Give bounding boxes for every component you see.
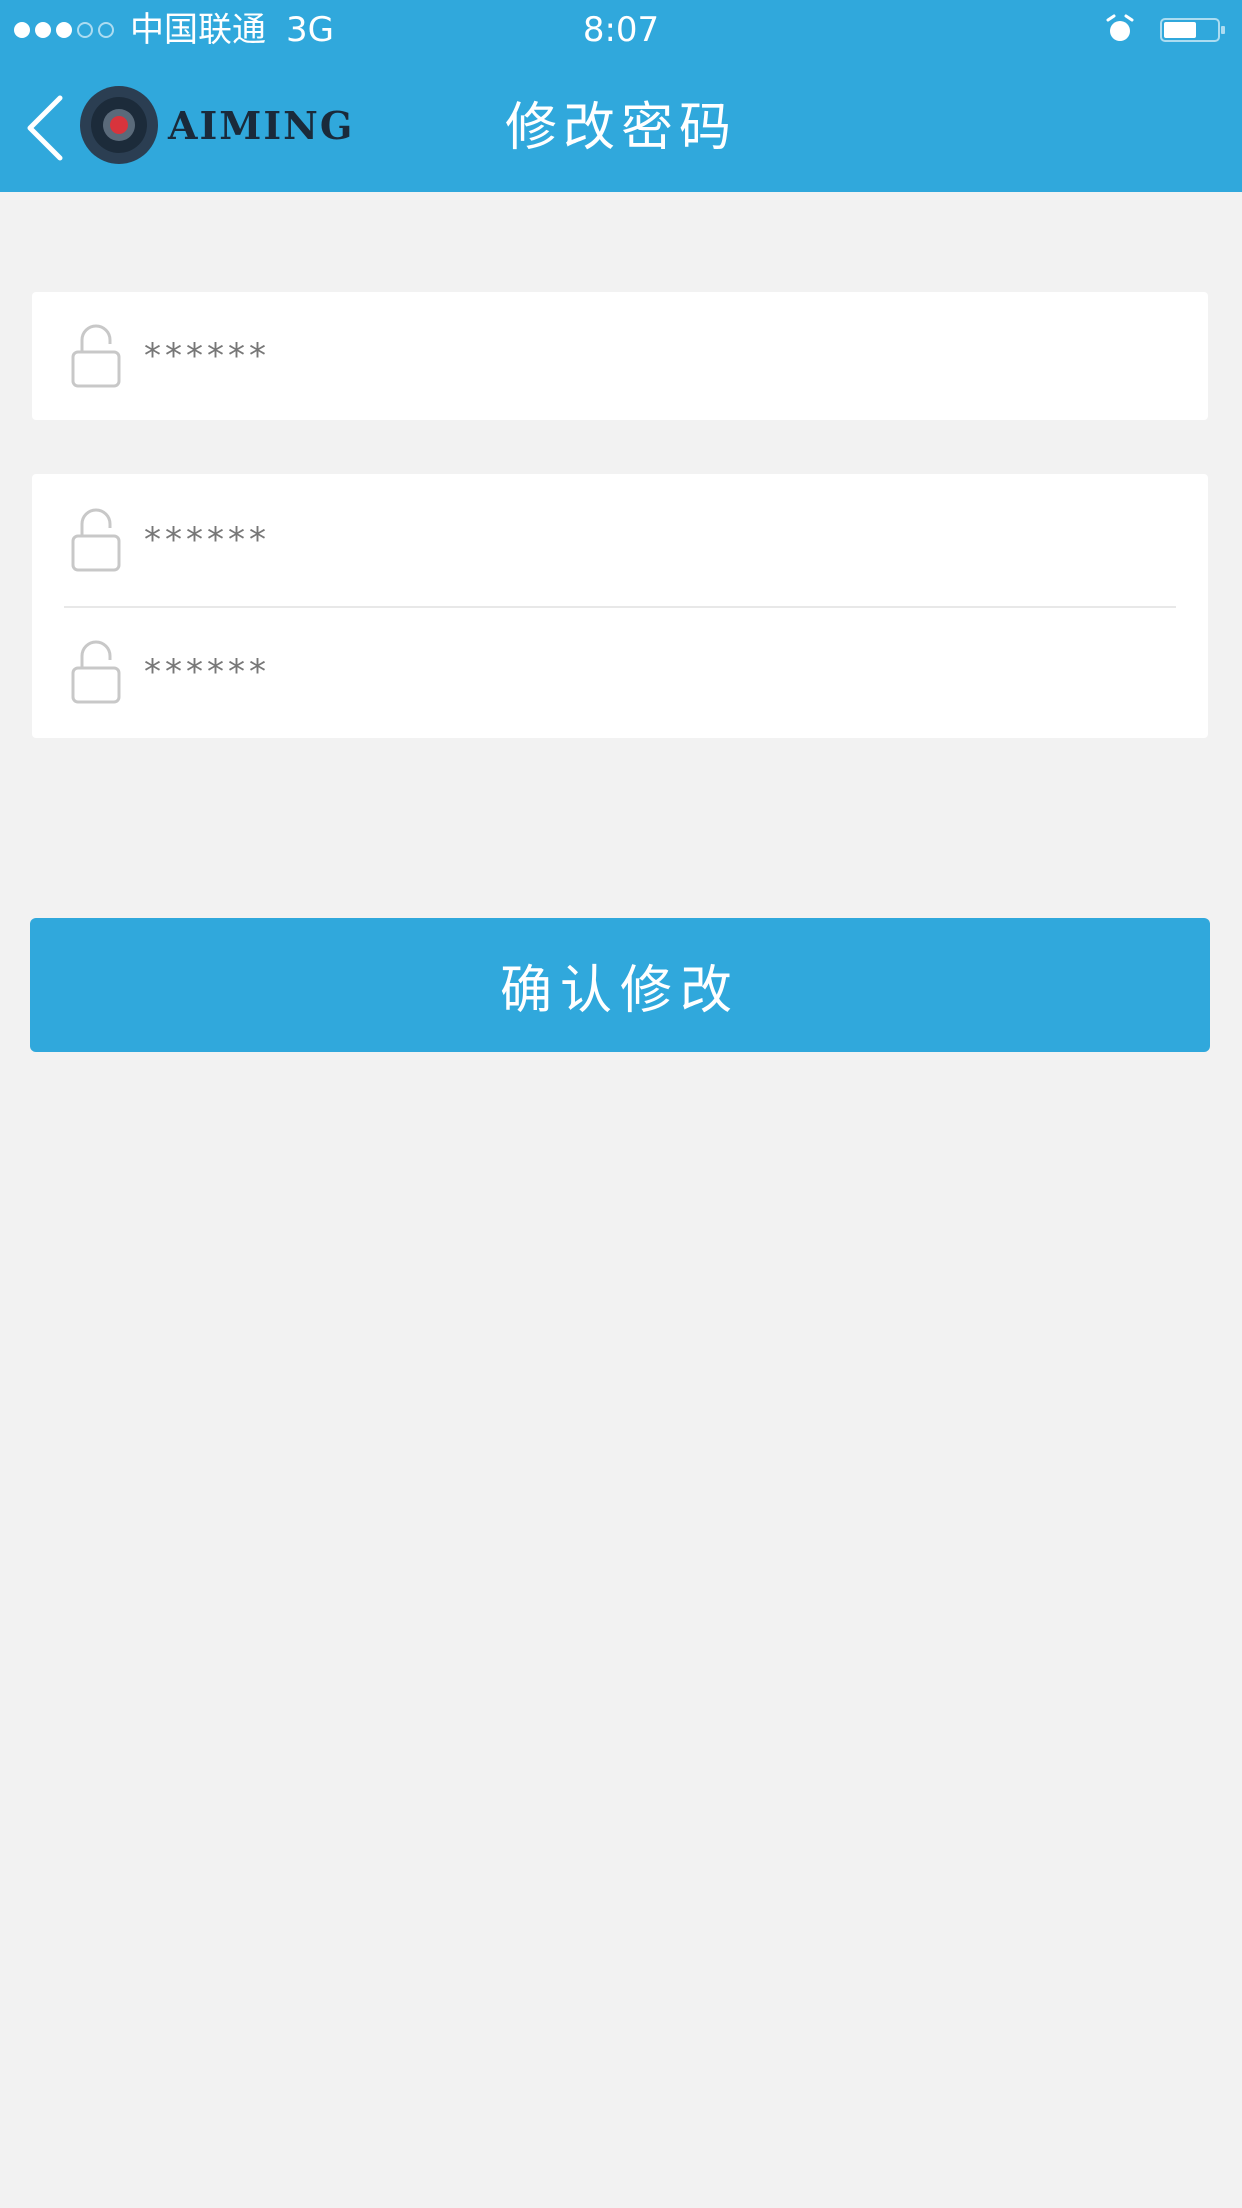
status-bar: 中国联通 3G 8:07 bbox=[0, 0, 1242, 60]
old-password-row bbox=[32, 292, 1208, 420]
new-password-card bbox=[32, 474, 1208, 738]
new-password-row bbox=[32, 474, 1208, 606]
battery-icon bbox=[1160, 18, 1225, 42]
old-password-card bbox=[32, 292, 1208, 420]
alarm-icon bbox=[1106, 14, 1134, 41]
lock-icon bbox=[71, 508, 121, 572]
new-password-input[interactable] bbox=[144, 510, 1174, 570]
header: 中国联通 3G 8:07 AIMING 修改密码 bbox=[0, 0, 1242, 192]
page-title: 修改密码 bbox=[504, 98, 737, 158]
old-password-input[interactable] bbox=[144, 326, 1174, 386]
confirm-change-button[interactable]: 确认修改 bbox=[30, 918, 1210, 1052]
status-time: 8:07 bbox=[582, 10, 660, 50]
lock-icon bbox=[71, 324, 121, 388]
confirm-password-row bbox=[32, 608, 1208, 738]
confirm-password-input[interactable] bbox=[144, 642, 1174, 702]
lock-icon bbox=[71, 640, 121, 704]
